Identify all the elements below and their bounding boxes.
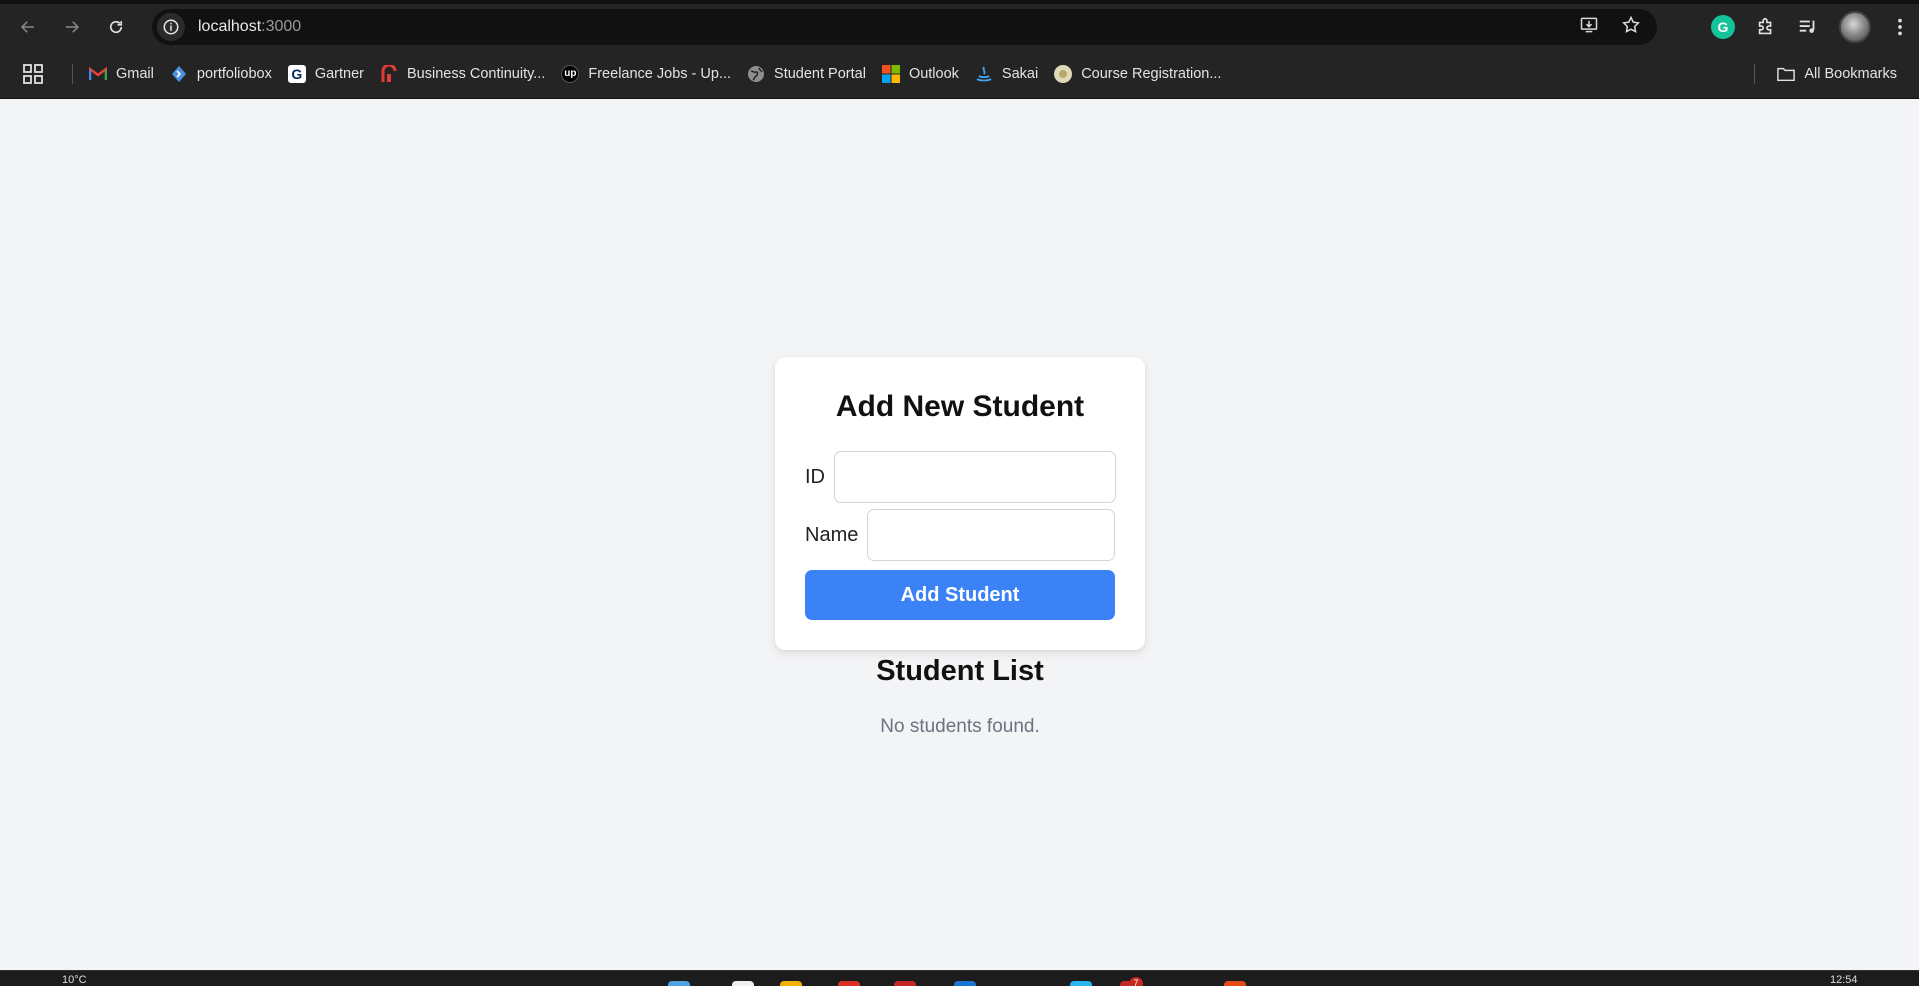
name-row: Name <box>805 509 1116 561</box>
gmail-icon <box>89 65 107 83</box>
install-icon <box>1580 17 1598 32</box>
vscode-icon[interactable] <box>1070 981 1092 986</box>
media-controls-button[interactable] <box>1797 16 1819 38</box>
student-list-title: Student List <box>876 655 1044 687</box>
bookmark-label: Gmail <box>116 65 154 82</box>
arrow-right-icon <box>66 20 80 33</box>
id-input[interactable] <box>834 451 1116 503</box>
upwork-icon: up <box>561 64 580 83</box>
name-input[interactable] <box>867 509 1116 561</box>
bookmark-label: portfoliobox <box>196 65 272 82</box>
info-icon <box>163 19 179 35</box>
profile-button[interactable] <box>1839 10 1871 43</box>
reload-button[interactable] <box>97 9 135 45</box>
bookmark-label: Business Continuity... <box>407 65 546 82</box>
bookmark-outlook[interactable]: Outlook <box>874 59 967 89</box>
app-icon[interactable] <box>954 981 976 986</box>
grammarly-icon: G <box>1711 14 1735 39</box>
microsoft-icon <box>881 64 900 83</box>
sakai-icon <box>975 65 993 83</box>
address-bar[interactable]: localhost:3000 <box>152 9 1657 45</box>
reload-icon <box>109 20 123 33</box>
bookmark-label: Freelance Jobs - Up... <box>588 65 732 82</box>
bookmark-label: Gartner <box>314 65 365 82</box>
bookmarks-divider <box>72 63 73 84</box>
start-icon[interactable] <box>668 981 690 986</box>
bookmark-label: Student Portal <box>774 65 866 82</box>
star-icon <box>1622 15 1640 33</box>
browser-menu-button[interactable] <box>1891 16 1909 38</box>
toolbar-actions: G <box>1711 4 1909 49</box>
id-label: ID <box>805 465 825 488</box>
gartner-icon: G <box>287 64 306 83</box>
all-bookmarks-label: All Bookmarks <box>1804 66 1897 82</box>
page-content: Add New Student ID Name Add Student Stud… <box>0 99 1919 970</box>
app-icon[interactable] <box>1224 981 1246 986</box>
extensions-button[interactable] <box>1755 16 1777 38</box>
back-button[interactable] <box>9 9 47 45</box>
file-explorer-icon[interactable] <box>732 981 754 986</box>
bookmark-course-registration[interactable]: Course Registration... <box>1046 59 1229 89</box>
forward-button[interactable] <box>53 9 91 45</box>
bookmark-gmail[interactable]: Gmail <box>81 59 162 89</box>
playlist-icon <box>1799 20 1815 33</box>
taskbar: 10°C 7 12:54 <box>0 970 1919 986</box>
bookmark-business-continuity[interactable]: Business Continuity... <box>372 59 553 89</box>
bookmark-student-portal[interactable]: Student Portal <box>739 59 874 89</box>
more-vertical-icon <box>1898 18 1902 35</box>
bookmark-star-button[interactable] <box>1621 15 1641 40</box>
omnibox-actions <box>1579 9 1641 45</box>
bookmark-gartner[interactable]: G Gartner <box>280 59 372 89</box>
folder-icon <box>1777 65 1796 83</box>
site-info-button[interactable] <box>157 13 185 41</box>
bookmark-label: Outlook <box>908 65 959 82</box>
add-student-card: Add New Student ID Name Add Student <box>775 357 1145 650</box>
course-registration-icon <box>1054 64 1073 83</box>
bookmarks-divider <box>1754 64 1756 84</box>
url-port: :3000 <box>261 18 302 35</box>
clock[interactable]: 12:54 <box>1830 974 1858 986</box>
form-title: Add New Student <box>835 390 1085 423</box>
globe-icon <box>747 65 765 83</box>
notification-badge: 7 <box>1129 977 1143 986</box>
all-bookmarks-button[interactable]: All Bookmarks <box>1769 59 1905 89</box>
bookmark-upwork[interactable]: up Freelance Jobs - Up... <box>553 59 739 89</box>
avatar <box>1839 10 1871 43</box>
weather-widget[interactable]: 10°C <box>62 974 87 986</box>
all-bookmarks-area: All Bookmarks <box>1754 59 1905 89</box>
arrow-left-icon <box>20 20 34 33</box>
folder-icon[interactable] <box>780 981 802 986</box>
puzzle-icon <box>1758 17 1772 34</box>
apps-button[interactable] <box>21 62 45 86</box>
portfoliobox-icon <box>170 65 188 83</box>
bookmark-portfoliobox[interactable]: portfoliobox <box>162 59 280 89</box>
name-label: Name <box>805 523 859 546</box>
browser-toolbar: localhost:3000 G <box>0 4 1919 49</box>
install-app-button[interactable] <box>1579 15 1599 40</box>
bookmark-label: Course Registration... <box>1081 65 1222 82</box>
url-text: localhost:3000 <box>198 18 301 36</box>
business-continuity-icon <box>380 64 398 83</box>
grammarly-extension-button[interactable]: G <box>1711 14 1735 39</box>
id-row: ID <box>805 451 1116 503</box>
add-student-button[interactable]: Add Student <box>805 570 1115 620</box>
bookmark-sakai[interactable]: Sakai <box>967 59 1046 89</box>
url-host: localhost <box>198 18 262 35</box>
bookmarks-bar: Gmail portfoliobox G Gartner Business Co… <box>0 49 1919 99</box>
empty-state-message: No students found. <box>880 716 1040 737</box>
bookmark-label: Sakai <box>1001 65 1039 82</box>
chrome-icon[interactable] <box>838 981 860 986</box>
app-icon[interactable] <box>894 981 916 986</box>
apps-grid-icon <box>23 63 43 84</box>
